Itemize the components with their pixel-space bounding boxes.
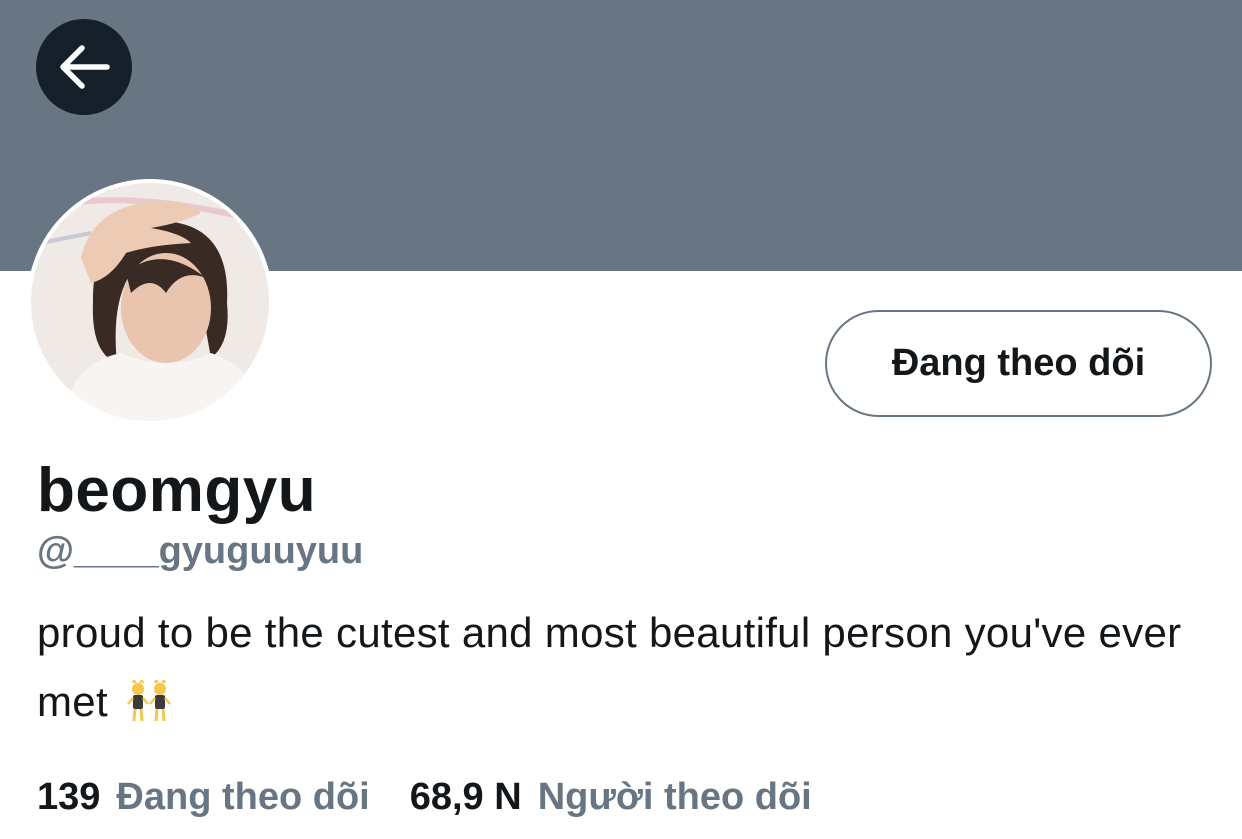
avatar-photo — [31, 183, 269, 421]
following-label[interactable]: Đang theo dõi — [116, 776, 369, 819]
followers-label[interactable]: Người theo dõi — [538, 776, 812, 819]
following-button[interactable]: Đang theo dõi — [825, 310, 1212, 417]
dancers-emoji-icon — [126, 673, 172, 742]
profile-name: beomgyu — [37, 456, 317, 525]
bio-text: proud to be the cutest and most beautifu… — [37, 609, 1182, 725]
profile-stats: 139 Đang theo dõi 68,9 N Người theo dõi — [37, 776, 812, 819]
followers-count[interactable]: 68,9 N — [410, 776, 522, 819]
back-button[interactable] — [36, 19, 132, 115]
profile-handle: @____gyuguuyuu — [37, 530, 364, 572]
arrow-left-icon — [60, 45, 110, 89]
following-count[interactable]: 139 — [37, 776, 100, 819]
profile-bio: proud to be the cutest and most beautifu… — [37, 598, 1217, 742]
avatar[interactable] — [27, 179, 273, 425]
